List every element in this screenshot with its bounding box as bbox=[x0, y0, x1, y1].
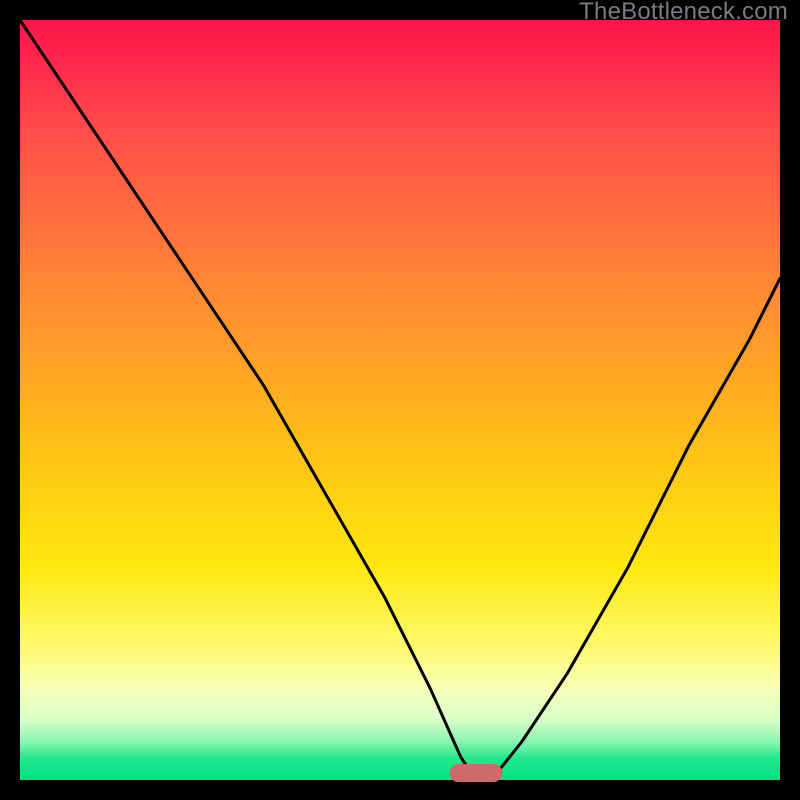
plot-area bbox=[20, 20, 780, 780]
chart-stage: TheBottleneck.com bbox=[0, 0, 800, 800]
bottleneck-curve bbox=[20, 20, 780, 780]
optimal-marker bbox=[449, 764, 502, 782]
